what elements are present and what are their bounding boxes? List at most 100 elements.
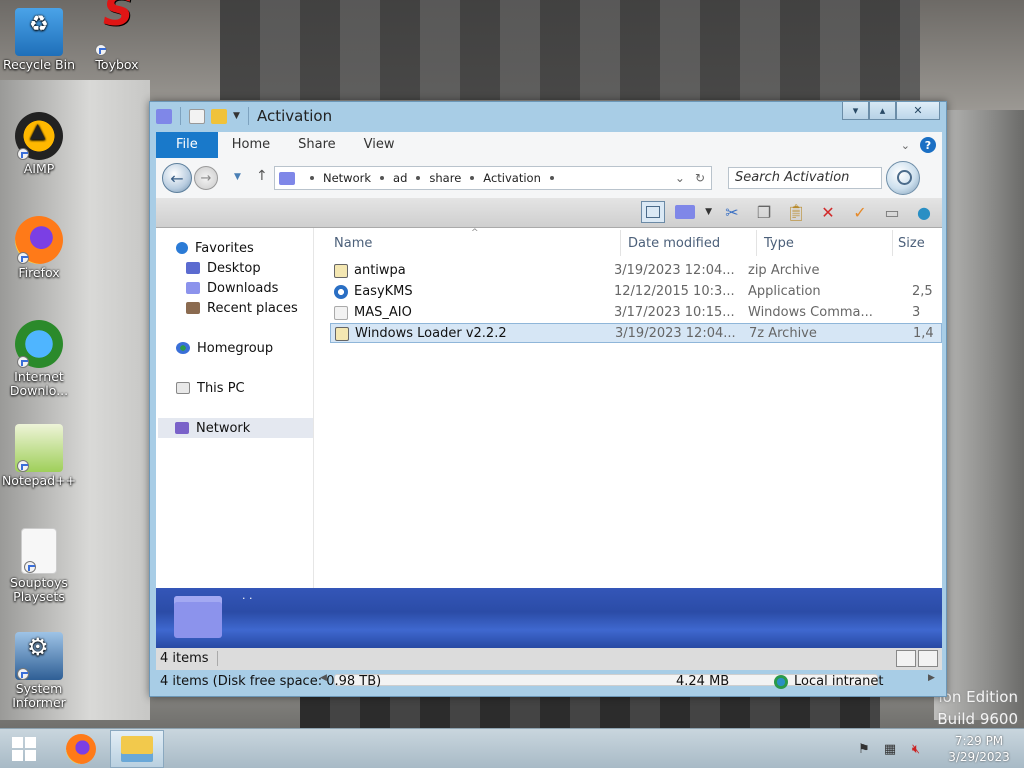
refresh-icon[interactable]: ↻ — [695, 171, 705, 185]
desktop-icon-souptoys-playsets[interactable]: Souptoys Playsets — [0, 528, 78, 604]
breadcrumb-share[interactable]: share — [429, 171, 461, 185]
column-header-type[interactable]: Type — [764, 236, 794, 251]
nav-recent-places[interactable]: Recent places — [186, 298, 298, 318]
shortcut-arrow-icon — [24, 561, 36, 573]
chevron-down-icon[interactable]: ▼ — [705, 207, 712, 217]
breadcrumb-network[interactable]: Network — [323, 171, 371, 185]
shortcut-arrow-icon — [95, 44, 107, 56]
preview-pane-icon[interactable] — [641, 201, 666, 223]
copy-icon[interactable]: ❐ — [752, 201, 776, 223]
taskbar-file-explorer-button[interactable] — [110, 730, 164, 768]
folder-icon[interactable] — [673, 201, 697, 223]
sort-ascending-icon: ^ — [471, 228, 479, 238]
column-divider[interactable] — [756, 230, 757, 256]
desktop-folder-icon — [186, 262, 200, 274]
desktop-icon-toybox[interactable]: S Toybox — [78, 0, 156, 72]
checkmark-icon[interactable]: ✓ — [848, 201, 872, 223]
tab-view[interactable]: View — [350, 132, 409, 158]
desktop-icon-label: AIMP — [23, 161, 55, 176]
tab-share[interactable]: Share — [284, 132, 350, 158]
desktop-icon-label: Firefox — [18, 265, 60, 280]
tab-file[interactable]: File — [156, 132, 218, 158]
ribbon-tabs: File Home Share View ⌄ ? — [156, 132, 942, 158]
large-icons-view-icon[interactable] — [918, 650, 938, 667]
rename-icon[interactable]: ▭ — [880, 201, 904, 223]
disk-free-space: 4 items (Disk free space: 0.98 TB) — [160, 674, 382, 689]
forward-button[interactable]: → — [194, 166, 218, 190]
search-input[interactable]: Search Activation — [728, 167, 882, 189]
taskbar-firefox-button[interactable] — [54, 730, 108, 768]
globe-icon[interactable]: ● — [912, 201, 936, 223]
paste-icon[interactable]: 📋︎ — [784, 201, 808, 223]
clock-time: 7:29 PM — [954, 734, 1004, 748]
column-header-name[interactable]: Name — [334, 236, 372, 251]
nav-network[interactable]: Network — [158, 418, 313, 438]
properties-icon[interactable] — [189, 108, 205, 124]
table-row[interactable]: antiwpa 3/19/2023 12:04... zip Archive — [330, 261, 942, 281]
shortcut-arrow-icon — [17, 252, 29, 264]
status-bar: 4 items (Disk free space: 0.98 TB) 4.24 … — [156, 672, 942, 692]
breadcrumb-activation[interactable]: Activation — [483, 171, 541, 185]
column-header-date-modified[interactable]: Date modified — [628, 236, 720, 251]
column-divider[interactable] — [620, 230, 621, 256]
title-bar[interactable]: ▼ Activation ▾ ▴ ✕ — [150, 102, 946, 130]
table-row[interactable]: EasyKMS 12/12/2015 10:3... Application 2… — [330, 282, 942, 302]
address-bar[interactable]: Network ad share Activation ⌄ ↻ — [274, 166, 712, 190]
desktop-icon-system-informer[interactable]: ⚙ System Informer — [0, 632, 78, 710]
chevron-down-icon[interactable]: ▼ — [233, 111, 240, 121]
close-button[interactable]: ✕ — [896, 102, 940, 120]
help-icon[interactable]: ? — [920, 137, 936, 153]
cut-icon[interactable]: ✂ — [720, 201, 744, 223]
wallpaper-ceiling-panel — [220, 0, 920, 100]
address-history-chevron-icon[interactable]: ⌄ — [675, 171, 685, 185]
window-title: Activation — [257, 107, 333, 125]
tab-home[interactable]: Home — [218, 132, 284, 158]
expand-ribbon-chevron-icon[interactable]: ⌄ — [901, 139, 910, 152]
computer-icon — [176, 382, 190, 394]
column-divider[interactable] — [892, 230, 893, 256]
desktop-icon-notepad-plus-plus[interactable]: Notepad++ — [0, 424, 78, 488]
file-name: Windows Loader v2.2.2 — [355, 326, 507, 341]
nav-label: Favorites — [195, 240, 254, 256]
clock[interactable]: 7:29 PM 3/29/2023 — [934, 733, 1024, 765]
nav-downloads[interactable]: Downloads — [186, 278, 278, 298]
recent-locations-chevron-icon[interactable]: ▼ — [234, 172, 241, 182]
start-button[interactable] — [0, 730, 48, 768]
flag-icon[interactable]: ⚑ — [856, 741, 872, 757]
search-icon[interactable] — [886, 161, 920, 195]
firefox-icon — [66, 734, 96, 764]
desktop-icon-recycle-bin[interactable]: ♻ Recycle Bin — [0, 8, 78, 72]
desktop-icon-aimp[interactable]: ▲ AIMP — [0, 112, 78, 176]
nav-this-pc[interactable]: This PC — [176, 378, 245, 398]
toolbar-divider — [247, 107, 249, 125]
details-view-icon[interactable] — [896, 650, 916, 667]
new-folder-icon[interactable] — [211, 108, 227, 124]
desktop-icon-internet-download-manager[interactable]: Internet Downlo... — [0, 320, 78, 398]
volume-muted-icon[interactable]: 🔇︎ — [908, 741, 924, 757]
nav-homegroup[interactable]: Homegroup — [176, 338, 273, 358]
up-arrow-icon[interactable]: ↑ — [256, 168, 268, 184]
recycle-bin-icon: ♻ — [15, 8, 63, 56]
nav-desktop[interactable]: Desktop — [186, 258, 261, 278]
navigation-pane: Favorites Desktop Downloads Recent place… — [156, 228, 314, 588]
column-header-size[interactable]: Size — [898, 236, 925, 251]
network-icon[interactable]: ▦ — [882, 741, 898, 757]
desktop-icon-firefox[interactable]: Firefox — [0, 216, 78, 280]
details-pane: · · — [156, 588, 942, 648]
nav-favorites[interactable]: Favorites — [176, 238, 254, 258]
intranet-globe-icon — [774, 675, 788, 689]
table-row[interactable]: MAS_AIO 3/17/2023 10:15... Windows Comma… — [330, 303, 942, 323]
breadcrumb-ad[interactable]: ad — [393, 171, 407, 185]
maximize-button[interactable]: ▴ — [869, 102, 896, 120]
table-row[interactable]: Windows Loader v2.2.2 3/19/2023 12:04...… — [330, 323, 942, 343]
downloads-folder-icon — [186, 282, 200, 294]
minimize-button[interactable]: ▾ — [842, 102, 869, 120]
firefox-icon — [15, 216, 63, 264]
delete-icon[interactable]: ✕ — [816, 201, 840, 223]
wallpaper-dashboard — [300, 696, 880, 732]
ribbon-right-controls: ⌄ ? — [901, 132, 942, 158]
back-button[interactable]: ← — [162, 163, 192, 193]
file-date: 3/19/2023 12:04... — [615, 326, 736, 341]
file-type: zip Archive — [748, 263, 820, 278]
folder-icon[interactable] — [156, 108, 172, 124]
